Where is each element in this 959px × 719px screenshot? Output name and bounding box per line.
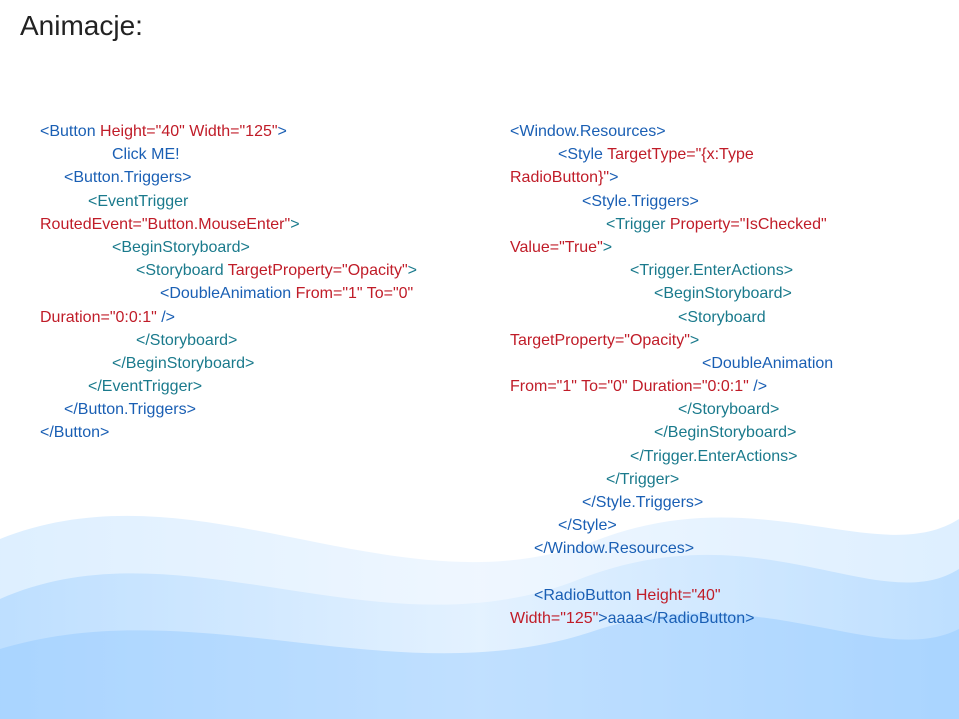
code-token: </Trigger> [606, 471, 679, 488]
code-block-right: <Window.Resources> <Style TargetType="{x:… [510, 120, 940, 630]
code-token: TargetType="{x:Type [603, 146, 754, 163]
code-token: Width="125" [510, 610, 598, 627]
code-line: <Trigger.EnterActions> [510, 259, 940, 282]
code-token: Value="True" [510, 239, 603, 256]
code-line: <Button.Triggers> [40, 166, 480, 189]
slide-title: Animacje: [20, 10, 143, 42]
code-token: </Button.Triggers> [64, 401, 196, 418]
code-token: > [609, 169, 618, 186]
code-token: <BeginStoryboard> [112, 239, 250, 256]
code-token: <RadioButton [534, 587, 636, 604]
code-block-left: <Button Height="40" Width="125">Click ME… [40, 120, 480, 445]
code-line: Duration="0:0:1" /> [40, 306, 480, 329]
code-line: </Button.Triggers> [40, 398, 480, 421]
code-token: RadioButton}" [510, 169, 609, 186]
code-line: </Style.Triggers> [510, 491, 940, 514]
code-line: <DoubleAnimation [510, 352, 940, 375]
code-line: <BeginStoryboard> [510, 282, 940, 305]
code-token: <Trigger.EnterActions> [630, 262, 793, 279]
code-token: > [408, 262, 417, 279]
code-line: <RadioButton Height="40" [510, 584, 940, 607]
code-line: <EventTrigger [40, 190, 480, 213]
code-line: Click ME! [40, 143, 480, 166]
code-line: <BeginStoryboard> [40, 236, 480, 259]
code-line: <Storyboard [510, 306, 940, 329]
code-line: </Trigger.EnterActions> [510, 445, 940, 468]
code-line [510, 561, 940, 584]
code-token: <Style.Triggers> [582, 193, 699, 210]
code-token: Property="IsChecked" [665, 216, 826, 233]
code-token: Duration="0:0:1" [40, 309, 157, 326]
code-token: </Window.Resources> [534, 540, 694, 557]
code-token: </Style> [558, 517, 617, 534]
code-line: </BeginStoryboard> [510, 421, 940, 444]
code-line: <Storyboard TargetProperty="Opacity"> [40, 259, 480, 282]
code-token: <Storyboard [678, 309, 766, 326]
code-line: </BeginStoryboard> [40, 352, 480, 375]
code-line: Width="125">aaaa</RadioButton> [510, 607, 940, 630]
code-token: </BeginStoryboard> [654, 424, 796, 441]
code-token: RoutedEvent="Button.MouseEnter" [40, 216, 290, 233]
code-line: </EventTrigger> [40, 375, 480, 398]
code-line: </Style> [510, 514, 940, 537]
code-line: </Storyboard> [510, 398, 940, 421]
code-line: <Window.Resources> [510, 120, 940, 143]
code-line: RadioButton}"> [510, 166, 940, 189]
code-line: <Style TargetType="{x:Type [510, 143, 940, 166]
code-line: </Button> [40, 421, 480, 444]
code-token: <EventTrigger [88, 193, 188, 210]
code-token: Click ME! [112, 146, 180, 163]
code-token: </Storyboard> [136, 332, 237, 349]
code-token: TargetProperty="Opacity" [228, 262, 408, 279]
code-token: > [278, 123, 287, 140]
code-token: From="1" To="0" Duration="0:0:1" [510, 378, 749, 395]
code-token: /> [749, 378, 767, 395]
code-token: </Button> [40, 424, 109, 441]
code-token: </Style.Triggers> [582, 494, 703, 511]
code-line: <DoubleAnimation From="1" To="0" [40, 282, 480, 305]
code-token: <Window.Resources> [510, 123, 666, 140]
code-line: TargetProperty="Opacity"> [510, 329, 940, 352]
code-token: </EventTrigger> [88, 378, 202, 395]
code-line: RoutedEvent="Button.MouseEnter"> [40, 213, 480, 236]
code-token: </BeginStoryboard> [112, 355, 254, 372]
code-token: <Style [558, 146, 603, 163]
code-token: <BeginStoryboard> [654, 285, 792, 302]
code-token: TargetProperty="Opacity" [510, 332, 690, 349]
code-token: >aaaa</RadioButton> [598, 610, 754, 627]
code-token: Height="40" [636, 587, 721, 604]
code-line: </Window.Resources> [510, 537, 940, 560]
code-token: <Button [40, 123, 96, 140]
code-token: <Button.Triggers> [64, 169, 191, 186]
code-line: <Style.Triggers> [510, 190, 940, 213]
code-token: /> [157, 309, 175, 326]
code-token: <DoubleAnimation [702, 355, 833, 372]
code-token: Height="40" Width="125" [96, 123, 278, 140]
code-line: <Trigger Property="IsChecked" [510, 213, 940, 236]
code-token: > [290, 216, 299, 233]
code-token: > [690, 332, 699, 349]
code-line: </Storyboard> [40, 329, 480, 352]
code-line: From="1" To="0" Duration="0:0:1" /> [510, 375, 940, 398]
code-token: <Storyboard [136, 262, 228, 279]
code-line: Value="True"> [510, 236, 940, 259]
code-token: </Storyboard> [678, 401, 779, 418]
code-token: </Trigger.EnterActions> [630, 448, 798, 465]
code-token: > [603, 239, 612, 256]
code-token: From="1" To="0" [296, 285, 414, 302]
code-token: <DoubleAnimation [160, 285, 296, 302]
code-token: <Trigger [606, 216, 665, 233]
code-token [510, 564, 514, 581]
code-line: </Trigger> [510, 468, 940, 491]
code-line: <Button Height="40" Width="125"> [40, 120, 480, 143]
